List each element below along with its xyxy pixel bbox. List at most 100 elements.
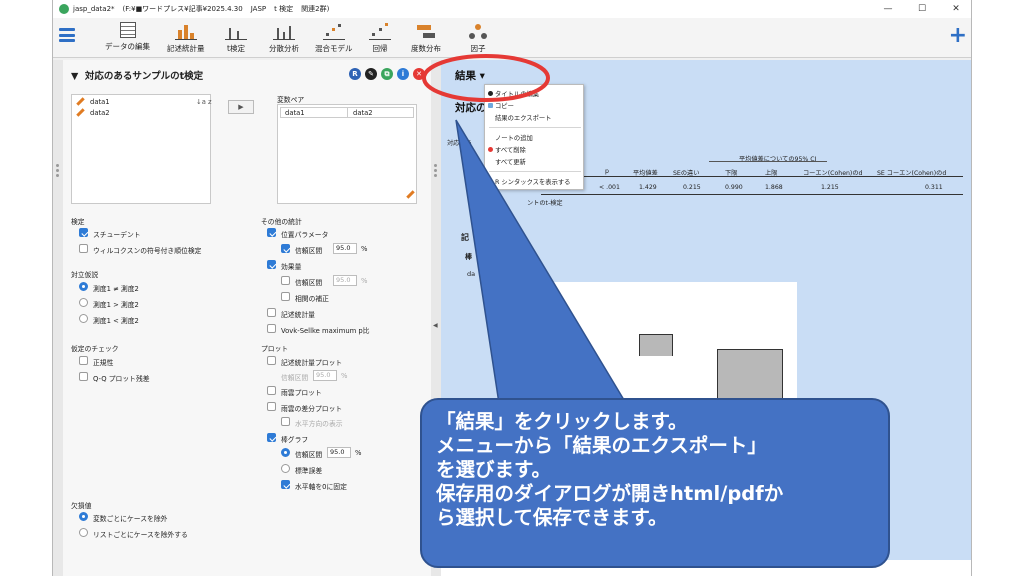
add-module-icon[interactable]: + [949,25,967,47]
raincloud-label: 雨雲プロット [281,389,322,397]
toolbar-anova[interactable]: 分散分析 [269,22,299,54]
student-checkbox[interactable] [79,228,88,237]
location-ci-checkbox[interactable] [281,244,290,253]
toolbar-t-test[interactable]: t検定 [225,22,247,54]
descriptives-checkbox[interactable] [267,308,276,317]
maximize-button[interactable]: ☐ [905,0,939,18]
descriptives-plot-checkbox[interactable] [267,356,276,365]
effect-size-label: 効果量 [281,263,302,271]
drag-handle-icon [56,164,60,178]
horizontal-display-checkbox[interactable] [281,417,290,426]
alt-greater-radio[interactable] [79,298,88,307]
location-ci-input[interactable]: 95.0 [333,243,357,254]
effect-ci-input[interactable]: 95.0 [333,275,357,286]
bar-se-label: 標準誤差 [295,467,323,475]
toolbar-frequencies[interactable]: 度数分布 [411,22,441,54]
vovk-sellke-checkbox[interactable] [267,324,276,333]
callout-line-2: メニューから「結果のエクスポート」 [436,434,767,457]
variable-pairs-label: 変数ペア [277,96,305,104]
r-icon[interactable]: R [349,68,361,80]
menu-refresh-all[interactable]: すべて更新 [495,157,526,166]
plots-label: プロット [261,345,289,353]
mixed-model-icon [322,22,345,40]
anova-icon [273,22,295,40]
menu-export-results[interactable]: 結果のエクスポート [495,113,551,122]
raincloud-diff-label: 雨雲の差分プロット [281,405,343,413]
toolbar-descriptives[interactable]: 記述統計量 [167,22,205,54]
bar-plot-checkbox[interactable] [267,433,276,442]
test-section-label: 検定 [71,218,85,226]
sort-icon[interactable]: ↓a z [196,98,212,106]
bar-ci-input[interactable]: 95.0 [327,447,351,458]
frequencies-icon [415,22,437,40]
descriptives-plot-ci-input[interactable]: 95.0 [313,370,337,381]
analysis-header-icons: R ✎ ⧉ i ✕ [349,68,429,80]
close-button[interactable]: ✕ [939,0,971,18]
exclude-listwise-radio[interactable] [79,528,88,537]
menu-delete-all[interactable]: すべて削除 [495,145,526,154]
effect-ci-label: 信頼区間 [295,279,323,287]
window-title-path: (F:¥■ワードプレス¥記事¥2025.4.30 [122,5,243,13]
alt-less-radio[interactable] [79,314,88,323]
analysis-title[interactable]: ▼ 対応のあるサンプルのt検定 [71,68,203,82]
correlation-correction-checkbox[interactable] [281,292,290,301]
vovk-sellke-label: Vovk-Sellke maximum p比 [281,327,370,335]
qq-plot-checkbox[interactable] [79,372,88,381]
bar-data2 [717,349,783,399]
edit-icon [488,91,493,96]
descriptives-label: 記述統計量 [281,311,315,319]
raincloud-checkbox[interactable] [267,386,276,395]
cell-p: < .001 [599,184,620,191]
location-param-checkbox[interactable] [267,228,276,237]
data-pane-splitter[interactable] [53,60,63,576]
toolbar-mixed-models[interactable]: 混合モデル [315,22,353,54]
variable-item-data1[interactable]: data1 [90,98,110,106]
minimize-button[interactable]: — [871,0,905,18]
bar-se-radio[interactable] [281,464,290,473]
menu-copy[interactable]: コピー [495,101,514,110]
wilcoxon-checkbox[interactable] [79,244,88,253]
bar-chart-icon [174,22,197,40]
variable-pairs-box[interactable]: data1 data2 [277,104,417,204]
pair-row[interactable]: data1 data2 [280,107,414,118]
duplicate-icon[interactable]: ⧉ [381,68,393,80]
raincloud-diff-checkbox[interactable] [267,402,276,411]
exclude-by-variable-label: 変数ごとにケースを除外 [93,515,168,523]
y-tick-label: 1. [521,286,530,296]
available-variables-list[interactable]: data1 data2 ↓a z [71,94,212,204]
copy-icon [488,103,493,108]
callout-line-1: 「結果」をクリックします。 [436,410,688,433]
move-to-pair-button[interactable]: ▶ [228,100,254,114]
toolbar-data-edit[interactable]: データの編集 [105,22,150,52]
results-menu-button[interactable]: 結果 ▾ [455,68,485,83]
toolbar-factor[interactable]: 因子 [467,22,489,54]
window-title-detail: 関連2群) [301,5,330,13]
exclude-by-variable-radio[interactable] [79,512,88,521]
info-icon[interactable]: i [397,68,409,80]
alt-two-sided-radio[interactable] [79,282,88,291]
menu-add-note[interactable]: ノートの追加 [495,133,533,142]
menu-show-r-syntax[interactable]: R シンタックスを表示する [495,177,570,186]
toolbar-regression[interactable]: 回帰 [369,22,391,54]
normality-label: 正規性 [93,359,114,367]
hamburger-menu-icon[interactable] [59,28,75,42]
descriptives-plot-label: 記述統計量プロット [281,359,343,367]
results-context-menu: タイトルの編集 コピー 結果のエクスポート ノートの追加 すべて削除 すべて更新… [484,84,584,190]
descriptives-plot-ci-percent: % [341,372,348,380]
factor-icon [467,22,489,40]
spreadsheet-icon [119,22,136,38]
normality-checkbox[interactable] [79,356,88,365]
collapse-arrow-icon[interactable]: ◀ [433,322,438,329]
effect-ci-checkbox[interactable] [281,276,290,285]
close-analysis-icon[interactable]: ✕ [413,68,425,80]
effect-size-checkbox[interactable] [267,260,276,269]
student-label: スチューデント [93,231,141,239]
t-test-icon [225,22,247,40]
window-title-analysis: t 検定 [274,5,294,13]
qq-plot-label: Q-Q プロット残差 [93,375,150,383]
fix-axis-zero-checkbox[interactable] [281,480,290,489]
edit-icon[interactable]: ✎ [365,68,377,80]
bar-ci-radio[interactable] [281,448,290,457]
variable-item-data2[interactable]: data2 [90,109,110,117]
menu-edit-title[interactable]: タイトルの編集 [495,89,539,98]
